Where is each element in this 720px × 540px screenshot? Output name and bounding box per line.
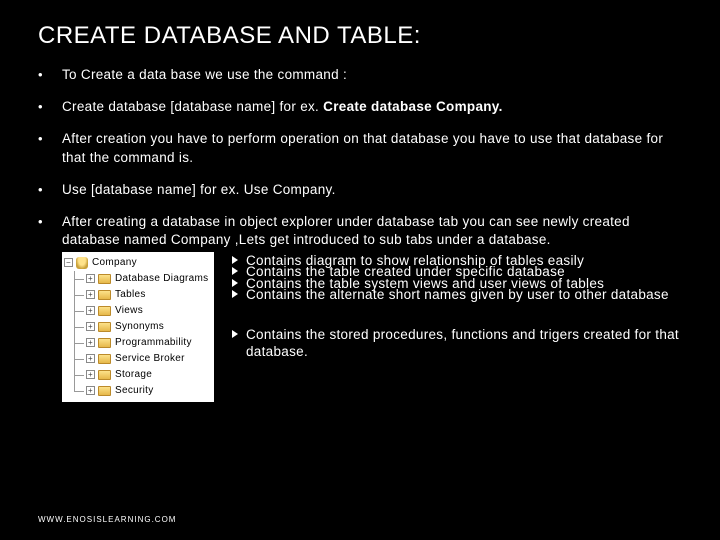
bullet-content: After creating a database in object expl… (62, 213, 682, 401)
folder-icon (98, 290, 111, 300)
expand-icon[interactable]: + (86, 322, 95, 331)
description-item: Contains the stored procedures, function… (232, 326, 682, 361)
bullet-marker: • (38, 98, 62, 116)
expand-icon[interactable]: + (86, 306, 95, 315)
bullet-text: To Create a data base we use the command… (62, 66, 682, 84)
text-bold: Create database Company. (323, 99, 503, 114)
tree-item-label: Tables (115, 288, 146, 302)
bullet-text: Create database [database name] for ex. … (62, 98, 682, 116)
descriptions: Contains diagram to show relationship of… (232, 252, 682, 402)
bullet-item: • Create database [database name] for ex… (38, 98, 682, 116)
tree-item-storage[interactable]: + Storage (64, 367, 212, 383)
collapse-icon[interactable]: − (64, 258, 73, 267)
bullet-marker: • (38, 213, 62, 401)
tree-item-label: Synonyms (115, 320, 164, 334)
folder-icon (98, 338, 111, 348)
text-regular: Create database [database name] for ex. (62, 99, 323, 114)
tree-item-label: Service Broker (115, 352, 185, 366)
tree-item-service-broker[interactable]: + Service Broker (64, 351, 212, 367)
tree-item-views[interactable]: + Views (64, 303, 212, 319)
tree-item-security[interactable]: + Security (64, 383, 212, 399)
slide: CREATE DATABASE AND TABLE: • To Create a… (0, 0, 720, 426)
tree-item-label: Security (115, 384, 154, 398)
tree-root-label: Company (92, 256, 137, 270)
bullet-item: • After creating a database in object ex… (38, 213, 682, 401)
description-item: Contains the alternate short names given… (232, 286, 682, 304)
chevron-right-icon (232, 330, 238, 338)
object-explorer-tree: − Company + Database Diagrams + Tables + Vi… (62, 252, 214, 402)
folder-icon (98, 274, 111, 284)
tree-item-programmability[interactable]: + Programmability (64, 335, 212, 351)
bullet-text: After creation you have to perform opera… (62, 130, 682, 166)
bullet-list: • To Create a data base we use the comma… (38, 66, 682, 402)
tree-item-synonyms[interactable]: + Synonyms (64, 319, 212, 335)
slide-title: CREATE DATABASE AND TABLE: (38, 22, 682, 50)
folder-icon (98, 370, 111, 380)
folder-icon (98, 354, 111, 364)
tree-item-label: Views (115, 304, 143, 318)
folder-icon (98, 322, 111, 332)
bullet-text: Use [database name] for ex. Use Company. (62, 181, 682, 199)
expand-icon[interactable]: + (86, 370, 95, 379)
explorer-row: − Company + Database Diagrams + Tables + Vi… (62, 252, 682, 402)
folder-icon (98, 306, 111, 316)
description-text: Contains the alternate short names given… (246, 287, 669, 302)
tree-item-tables[interactable]: + Tables (64, 287, 212, 303)
expand-icon[interactable]: + (86, 274, 95, 283)
expand-icon[interactable]: + (86, 354, 95, 363)
bullet-item: • To Create a data base we use the comma… (38, 66, 682, 84)
tree-root[interactable]: − Company (64, 255, 212, 271)
bullet-marker: • (38, 66, 62, 84)
expand-icon[interactable]: + (86, 290, 95, 299)
bullet-marker: • (38, 181, 62, 199)
folder-icon (98, 386, 111, 396)
tree-item-label: Database Diagrams (115, 272, 208, 286)
tree-item-label: Programmability (115, 336, 192, 350)
database-icon (76, 257, 88, 269)
bullet-item: • Use [database name] for ex. Use Compan… (38, 181, 682, 199)
chevron-right-icon (232, 290, 238, 298)
bullet-text: After creating a database in object expl… (62, 214, 630, 247)
footer-url: WWW.ENOSISLEARNING.COM (38, 515, 176, 524)
expand-icon[interactable]: + (86, 338, 95, 347)
expand-icon[interactable]: + (86, 386, 95, 395)
bullet-marker: • (38, 130, 62, 166)
tree-item-database-diagrams[interactable]: + Database Diagrams (64, 271, 212, 287)
description-text: Contains the stored procedures, function… (246, 327, 679, 360)
tree-item-label: Storage (115, 368, 152, 382)
bullet-item: • After creation you have to perform ope… (38, 130, 682, 166)
